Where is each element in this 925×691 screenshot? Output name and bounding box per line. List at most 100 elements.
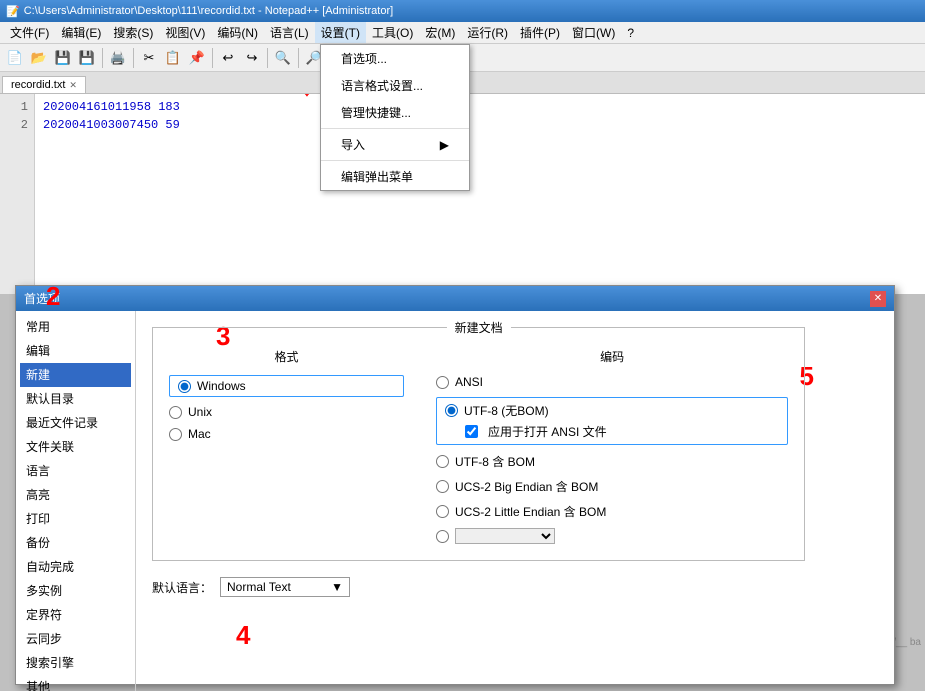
sidebar-language[interactable]: 语言: [20, 459, 131, 483]
sidebar-cloud-sync[interactable]: 云同步: [20, 627, 131, 651]
sidebar-search-engine[interactable]: 搜索引擎: [20, 651, 131, 675]
sidebar-multi-instance[interactable]: 多实例: [20, 579, 131, 603]
dialog-main: 2 3 4 5 新建文档 格式 Windows: [136, 311, 894, 691]
menu-run[interactable]: 运行(R): [461, 22, 514, 43]
format-mac-radio[interactable]: [169, 428, 182, 441]
menu-language[interactable]: 语言(L): [264, 22, 315, 43]
enc-utf8-bom-label: UTF-8 含 BOM: [455, 453, 535, 470]
sidebar-common[interactable]: 常用: [20, 315, 131, 339]
tb-sep3: [212, 48, 213, 68]
dialog-close-button[interactable]: ✕: [870, 291, 886, 307]
dropdown-import[interactable]: 导入 ▶: [321, 131, 469, 158]
menu-encoding[interactable]: 编码(N): [211, 22, 264, 43]
tb-undo[interactable]: ↩: [217, 47, 239, 69]
line-numbers: 1 2: [0, 94, 35, 294]
tb-cut[interactable]: ✂: [138, 47, 160, 69]
enc-utf8-bom-radio[interactable]: [436, 455, 449, 468]
menu-plugins[interactable]: 插件(P): [514, 22, 566, 43]
menu-settings[interactable]: 设置(T): [315, 22, 366, 43]
tb-save-all[interactable]: 💾: [76, 47, 98, 69]
enc-utf8-bom-option[interactable]: UTF-8 含 BOM: [436, 453, 788, 470]
sidebar-autocomplete[interactable]: 自动完成: [20, 555, 131, 579]
tb-new[interactable]: 📄: [4, 47, 26, 69]
format-windows-label: Windows: [197, 379, 246, 393]
tab-label: recordid.txt: [11, 79, 65, 91]
sidebar-edit[interactable]: 编辑: [20, 339, 131, 363]
format-unix-option[interactable]: Unix: [169, 405, 404, 419]
encoding-label: 编码: [436, 348, 788, 365]
tab-close-icon[interactable]: ✕: [69, 80, 77, 91]
sidebar-new[interactable]: 新建: [20, 363, 131, 387]
title-bar: 📝 C:\Users\Administrator\Desktop\111\rec…: [0, 0, 925, 22]
tb-find[interactable]: 🔍: [272, 47, 294, 69]
tb-sep1: [102, 48, 103, 68]
sidebar-file-assoc[interactable]: 文件关联: [20, 435, 131, 459]
tb-sep2: [133, 48, 134, 68]
dialog-title: 首选项: [24, 290, 60, 307]
tb-redo[interactable]: ↪: [241, 47, 263, 69]
sidebar-other[interactable]: 其他: [20, 675, 131, 691]
enc-other-radio[interactable]: [436, 530, 449, 543]
tb-save[interactable]: 💾: [52, 47, 74, 69]
sidebar-delimiter[interactable]: 定界符: [20, 603, 131, 627]
enc-ucs2-big-label: UCS-2 Big Endian 含 BOM: [455, 478, 598, 495]
tb-copy[interactable]: 📋: [162, 47, 184, 69]
tb-sep5: [298, 48, 299, 68]
dropdown-edit-popup[interactable]: 编辑弹出菜单: [321, 163, 469, 190]
format-unix-radio[interactable]: [169, 406, 182, 419]
sidebar-print[interactable]: 打印: [20, 507, 131, 531]
enc-utf8-nobom-label: UTF-8 (无BOM): [464, 402, 549, 419]
line-num-1: 1: [2, 98, 32, 116]
editor-line-1: 202004161011958 183: [43, 98, 917, 116]
enc-ansi-radio[interactable]: [436, 376, 449, 389]
dropdown-style-config[interactable]: 语言格式设置...: [321, 72, 469, 99]
enc-ucs2-big-radio[interactable]: [436, 480, 449, 493]
menu-edit[interactable]: 编辑(E): [55, 22, 107, 43]
dropdown-preferences[interactable]: 首选项...: [321, 45, 469, 72]
annotation-4: 4: [236, 620, 250, 651]
enc-apply-ansi-check[interactable]: [465, 425, 478, 438]
enc-other-option[interactable]: [436, 528, 788, 544]
enc-ansi-option[interactable]: ANSI: [436, 375, 788, 389]
format-windows-option[interactable]: Windows: [169, 375, 404, 397]
enc-utf8-nobom-option[interactable]: UTF-8 (无BOM): [445, 402, 779, 419]
title-text: C:\Users\Administrator\Desktop\111\recor…: [24, 5, 393, 17]
enc-ucs2-little-radio[interactable]: [436, 505, 449, 518]
enc-ucs2-little-option[interactable]: UCS-2 Little Endian 含 BOM: [436, 503, 788, 520]
menu-file[interactable]: 文件(F): [4, 22, 55, 43]
enc-ucs2-big-option[interactable]: UCS-2 Big Endian 含 BOM: [436, 478, 788, 495]
dialog-body: 常用 编辑 新建 默认目录 最近文件记录 文件关联 语言 高亮 打印 备份 自动…: [16, 311, 894, 691]
enc-utf8-box: UTF-8 (无BOM) 应用于打开 ANSI 文件: [436, 397, 788, 445]
sidebar-recent-files[interactable]: 最近文件记录: [20, 411, 131, 435]
submenu-arrow-icon: ▶: [440, 138, 449, 152]
enc-apply-ansi-label: 应用于打开 ANSI 文件: [488, 423, 607, 440]
tb-print[interactable]: 🖨️: [107, 47, 129, 69]
dropdown-shortcut[interactable]: 管理快捷键...: [321, 99, 469, 126]
sidebar-backup[interactable]: 备份: [20, 531, 131, 555]
tab-recordid[interactable]: recordid.txt ✕: [2, 76, 86, 93]
tb-paste[interactable]: 📌: [186, 47, 208, 69]
default-lang-select[interactable]: Normal Text ▼: [220, 577, 350, 597]
enc-utf8-nobom-radio[interactable]: [445, 404, 458, 417]
dialog-title-bar: 首选项 ✕: [16, 286, 894, 311]
tb-open[interactable]: 📂: [28, 47, 50, 69]
menu-view[interactable]: 视图(V): [159, 22, 211, 43]
menu-window[interactable]: 窗口(W): [566, 22, 621, 43]
default-lang-label: 默认语言：: [152, 579, 212, 596]
enc-other-select[interactable]: [455, 528, 555, 544]
tb-sep4: [267, 48, 268, 68]
menu-help[interactable]: ?: [621, 24, 640, 42]
menu-macro[interactable]: 宏(M): [419, 22, 461, 43]
sidebar-highlight[interactable]: 高亮: [20, 483, 131, 507]
format-section: 格式 Windows Unix: [169, 348, 404, 441]
menu-search[interactable]: 搜索(S): [107, 22, 159, 43]
menu-tools[interactable]: 工具(O): [366, 22, 419, 43]
settings-dropdown: 首选项... 语言格式设置... 管理快捷键... 导入 ▶ 编辑弹出菜单: [320, 44, 470, 191]
format-mac-option[interactable]: Mac: [169, 427, 404, 441]
sidebar-default-dir[interactable]: 默认目录: [20, 387, 131, 411]
new-doc-section: 新建文档 格式 Windows Unix: [152, 327, 805, 561]
format-windows-radio[interactable]: [178, 380, 191, 393]
new-doc-title: 新建文档: [447, 319, 511, 336]
editor-content: 202004161011958 183 2020041003007450 59: [35, 94, 925, 138]
enc-apply-ansi-option[interactable]: 应用于打开 ANSI 文件: [465, 423, 779, 440]
